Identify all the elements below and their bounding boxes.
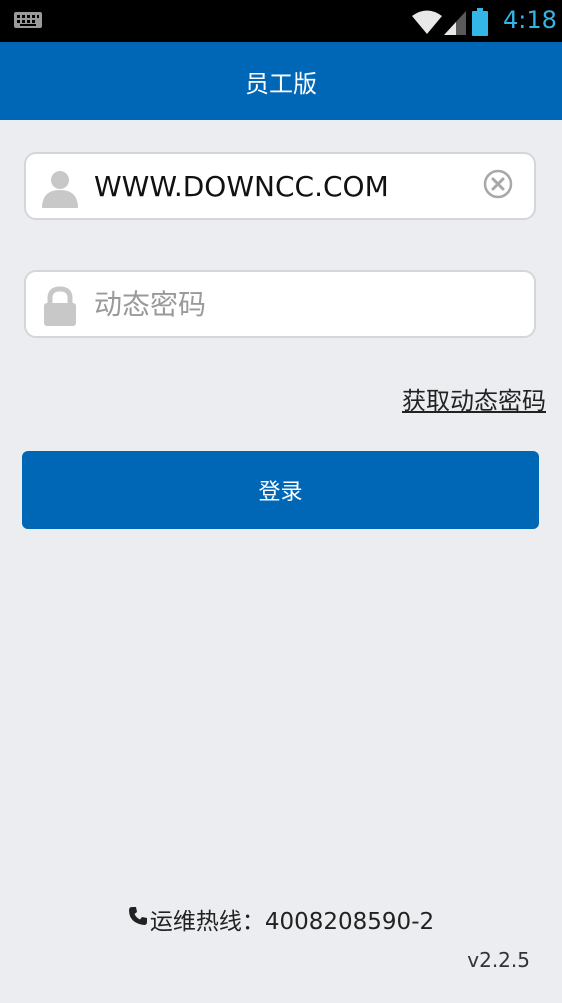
title-bar: 员工版: [0, 42, 562, 120]
login-button[interactable]: 登录: [22, 451, 539, 529]
username-field[interactable]: [24, 152, 536, 220]
version-label: v2.2.5: [467, 948, 530, 972]
wifi-icon: [411, 9, 443, 39]
lock-icon: [40, 286, 80, 332]
keyboard-icon: [14, 12, 42, 32]
hotline: 运维热线：4008208590-2: [0, 902, 562, 936]
status-bar: 4:18: [0, 0, 562, 42]
phone-icon: [128, 906, 148, 932]
get-code-link[interactable]: 获取动态密码: [402, 381, 546, 416]
page-title: 员工版: [245, 69, 317, 98]
password-field[interactable]: [24, 270, 536, 338]
clear-icon[interactable]: [482, 168, 514, 204]
clock: 4:18: [503, 6, 557, 34]
password-input[interactable]: [94, 282, 474, 326]
user-icon: [40, 168, 80, 212]
battery-icon: [472, 8, 488, 40]
username-input[interactable]: [94, 164, 474, 208]
hotline-text: 运维热线：4008208590-2: [149, 909, 435, 935]
cell-signal-icon: [444, 9, 468, 39]
